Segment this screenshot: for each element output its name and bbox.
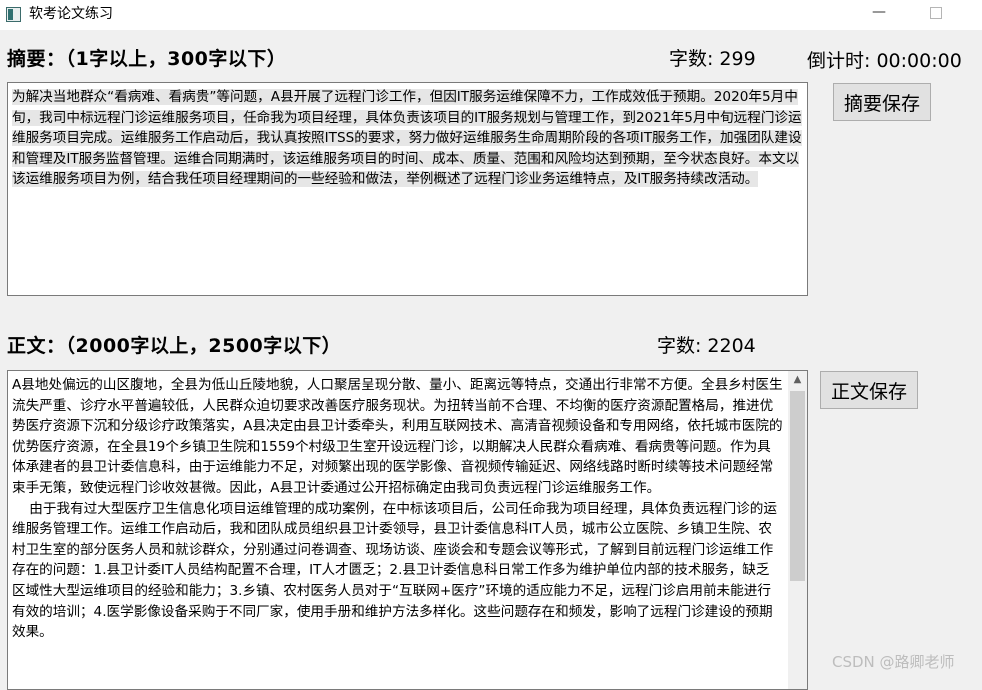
body-textarea[interactable]: A县地处偏远的山区腹地，全县为低山丘陵地貌，人口聚居呈现分散、量小、距离远等特点… xyxy=(7,370,808,690)
watermark: CSDN @路卿老师 xyxy=(832,653,955,671)
timer-value: 00:00:00 xyxy=(876,50,962,72)
summary-save-button[interactable]: 摘要保存 xyxy=(833,83,931,121)
summary-count: 字数: 299 xyxy=(669,44,756,71)
title-bar: 软考论文练习 — xyxy=(0,0,982,30)
summary-textarea[interactable]: 为解决当地群众“看病难、看病贵”等问题，A县开展了远程门诊工作，但因IT服务运维… xyxy=(7,82,808,296)
summary-text: 为解决当地群众“看病难、看病贵”等问题，A县开展了远程门诊工作，但因IT服务运维… xyxy=(12,89,802,188)
window-title: 软考论文练习 xyxy=(29,6,113,22)
countdown-timer: 倒计时: 00:00:00 xyxy=(807,46,962,73)
summary-count-label: 字数: xyxy=(669,48,714,70)
timer-label: 倒计时: xyxy=(807,50,871,72)
minimize-icon[interactable]: — xyxy=(870,4,888,22)
scroll-up-arrow-icon[interactable]: ▲ xyxy=(791,374,804,386)
summary-heading: 摘要：（1字以上，300字以下） xyxy=(7,48,287,70)
maximize-icon[interactable] xyxy=(930,7,942,19)
body-scrollbar[interactable]: ▲ xyxy=(788,371,807,689)
summary-count-value: 299 xyxy=(719,48,756,70)
app-icon xyxy=(6,7,21,22)
body-count-label: 字数: xyxy=(657,335,702,357)
body-count-value: 2204 xyxy=(707,335,756,357)
scroll-thumb[interactable] xyxy=(790,391,805,581)
body-count: 字数: 2204 xyxy=(657,331,756,358)
body-heading: 正文：（2000字以上，2500字以下） xyxy=(7,335,342,357)
body-text: A县地处偏远的山区腹地，全县为低山丘陵地貌，人口聚居呈现分散、量小、距离远等特点… xyxy=(12,377,783,641)
body-save-button[interactable]: 正文保存 xyxy=(820,371,918,409)
